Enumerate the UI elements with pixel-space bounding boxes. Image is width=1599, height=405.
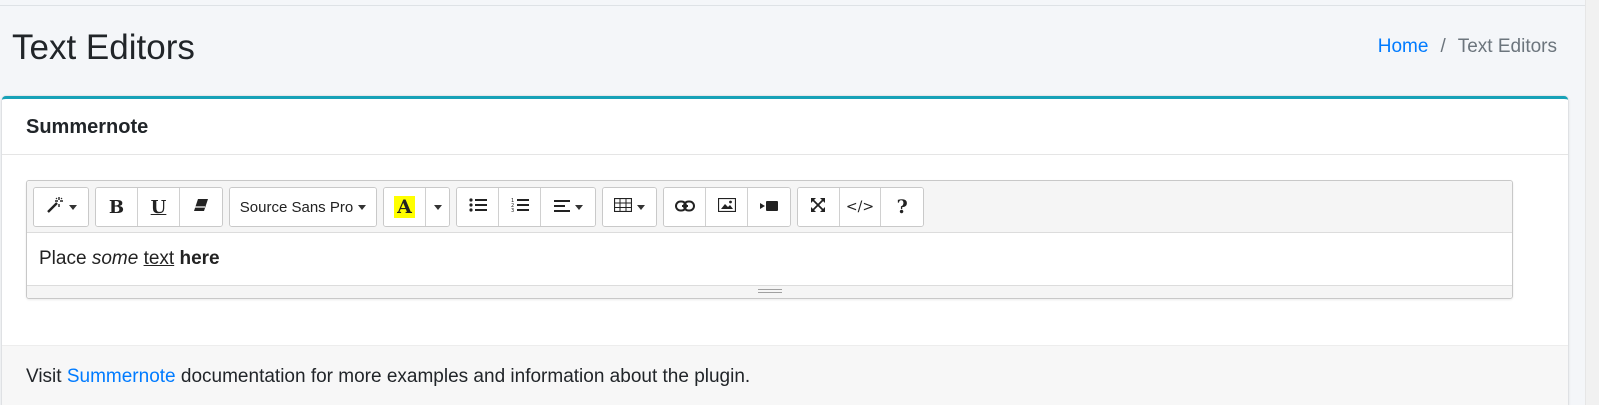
chevron-down-icon: [574, 204, 583, 210]
color-dropdown-button[interactable]: [426, 188, 449, 226]
unordered-list-button[interactable]: [457, 188, 499, 226]
summernote-card: Summernote B U Source Sans Pro A 1 2 3 <…: [2, 96, 1568, 405]
content-text-italic: some: [91, 248, 139, 269]
content-text-bold: here: [179, 248, 220, 269]
chevron-down-icon: [637, 204, 645, 210]
font-style-group: B U: [95, 187, 223, 227]
footer-suffix: documentation for more examples and info…: [175, 366, 751, 387]
chevron-down-icon: [68, 204, 77, 210]
svg-text:3: 3: [511, 208, 514, 213]
code-view-button[interactable]: </>: [839, 188, 882, 226]
content-text-underline: text: [143, 248, 175, 269]
style-group: [33, 187, 89, 227]
font-name-group: Source Sans Pro: [229, 187, 377, 227]
help-button[interactable]: ?: [881, 188, 923, 226]
paragraph-group: 123: [456, 187, 596, 227]
editor-statusbar: [27, 285, 1512, 298]
footer-text: Visit Summernote documentation for more …: [26, 366, 750, 388]
view-group: </> ?: [797, 187, 924, 227]
link-icon: [674, 199, 695, 216]
numbered-list-icon: 123: [511, 197, 529, 217]
summernote-editor: B U Source Sans Pro A 1 2 3 </> ? Place …: [26, 180, 1513, 299]
chevron-down-icon: [433, 204, 442, 210]
image-icon: [717, 197, 736, 216]
resize-grip-icon[interactable]: [757, 289, 782, 295]
breadcrumb: Home / Text Editors: [1378, 36, 1557, 58]
summernote-docs-link[interactable]: Summernote: [67, 366, 176, 387]
text-color-swatch: A: [394, 196, 415, 218]
page-title: Text Editors: [12, 28, 195, 67]
table-icon: [613, 197, 633, 216]
breadcrumb-current: Text Editors: [1457, 36, 1557, 57]
clear-format-button[interactable]: [180, 188, 222, 226]
card-title: Summernote: [26, 116, 149, 138]
video-icon: [760, 199, 778, 216]
font-family-label: Source Sans Pro: [239, 198, 354, 216]
card-header: Summernote: [2, 99, 1568, 155]
insert-image-button[interactable]: [706, 188, 748, 226]
breadcrumb-separator: /: [1440, 36, 1446, 57]
fullscreen-button[interactable]: [798, 188, 840, 226]
ordered-list-button[interactable]: 123: [499, 188, 541, 226]
style-dropdown-button[interactable]: [34, 188, 88, 226]
color-group: A: [383, 187, 450, 227]
card-footer: Visit Summernote documentation for more …: [2, 345, 1568, 405]
content-text-plain: Place: [39, 248, 92, 269]
table-dropdown-button[interactable]: [603, 188, 656, 226]
eraser-icon: [193, 198, 209, 216]
editor-toolbar: B U Source Sans Pro A 1 2 3 </> ?: [27, 181, 1512, 233]
editable-content[interactable]: Place some text here: [27, 233, 1512, 287]
insert-link-button[interactable]: [664, 188, 706, 226]
insert-video-button[interactable]: [748, 188, 790, 226]
bullet-list-icon: [468, 198, 487, 216]
underline-button[interactable]: U: [138, 188, 180, 226]
insert-group: [663, 187, 791, 227]
footer-prefix: Visit: [26, 366, 67, 387]
scrollbar[interactable]: [1585, 0, 1599, 405]
magic-wand-icon: [46, 196, 64, 218]
recent-color-button[interactable]: A: [384, 188, 426, 226]
expand-icon: [810, 197, 826, 217]
chevron-down-icon: [358, 204, 367, 210]
content-header: Text Editors Home / Text Editors: [0, 6, 1585, 92]
page: Text Editors Home / Text Editors Summern…: [0, 0, 1599, 405]
breadcrumb-home-link[interactable]: Home: [1378, 36, 1429, 58]
paragraph-align-dropdown[interactable]: [541, 188, 595, 226]
table-group: [602, 187, 657, 227]
bold-button[interactable]: B: [96, 188, 138, 226]
font-family-dropdown[interactable]: Source Sans Pro: [230, 188, 376, 226]
align-left-icon: [553, 199, 570, 216]
